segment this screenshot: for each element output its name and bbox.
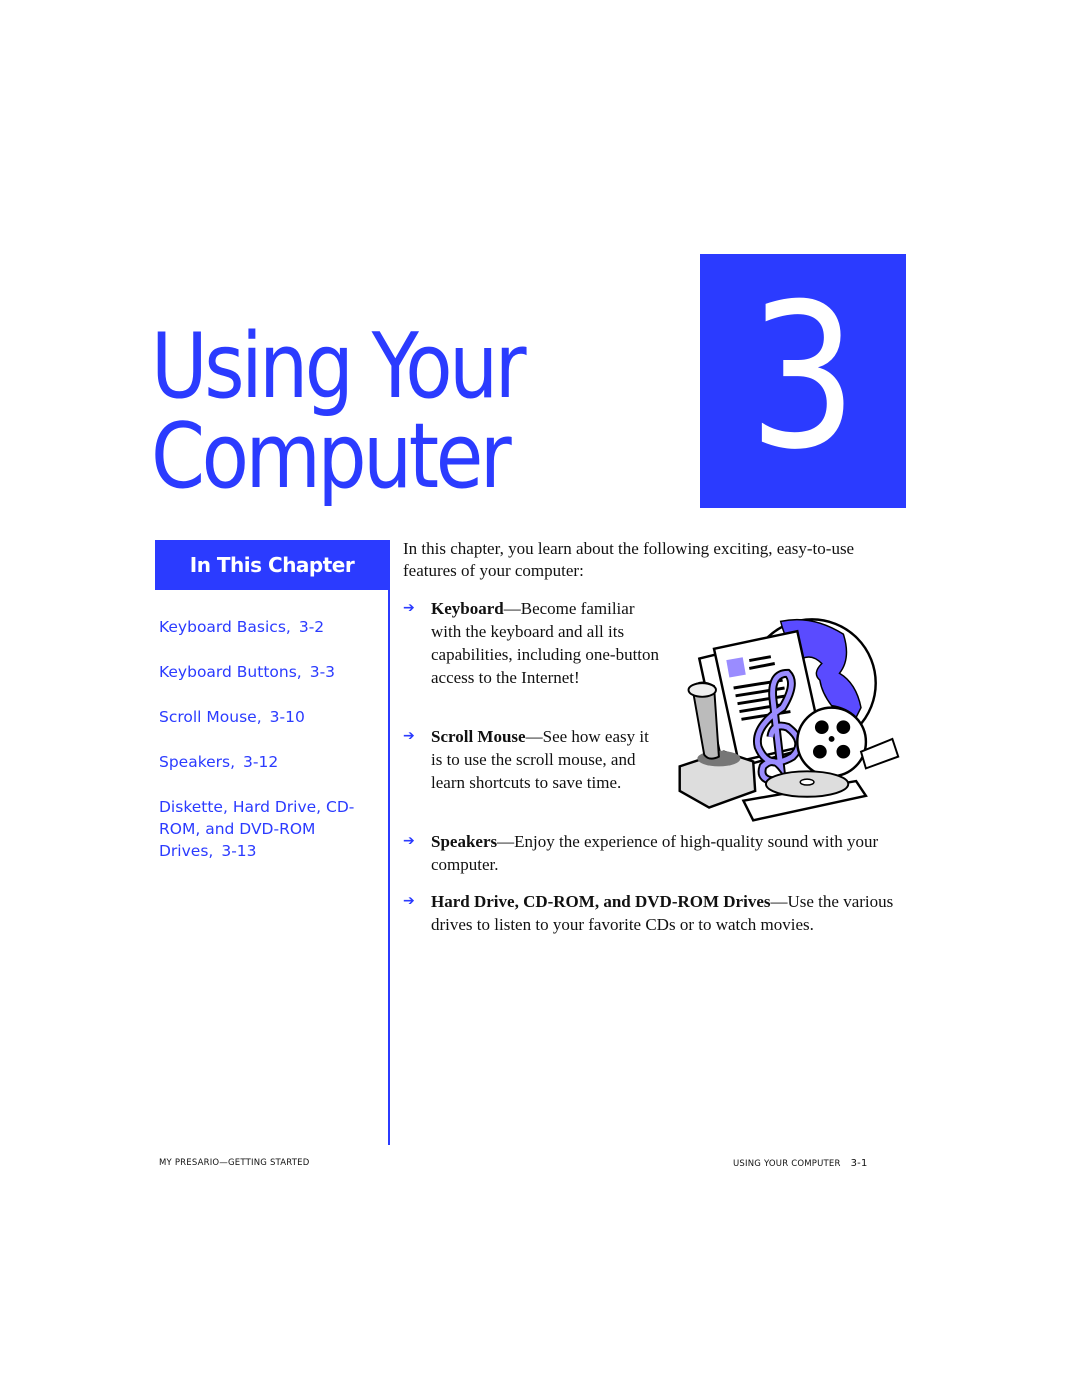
feature-desc: —Enjoy the experience of high-quality so… xyxy=(431,832,879,874)
footer-book-title: My Presario—Getting Started xyxy=(159,1158,310,1168)
multimedia-clipart xyxy=(678,618,900,822)
toc-item-label: Speakers, xyxy=(159,753,236,771)
page-number: 3-1 xyxy=(850,1158,868,1169)
chapter-number-box: 3 xyxy=(700,254,906,508)
right-arrow-icon: ➔ xyxy=(403,728,415,744)
film-reel-icon xyxy=(796,706,900,778)
toc-item-page: 3-13 xyxy=(221,842,257,860)
toc-item[interactable]: Scroll Mouse, 3-10 xyxy=(159,706,384,728)
chapter-contents-list: Keyboard Basics, 3-2 Keyboard Buttons, 3-3… xyxy=(159,616,384,885)
chapter-title-line-1: Using Your xyxy=(151,314,527,419)
feature-term: Speakers xyxy=(431,832,498,851)
toc-item-page: 3-12 xyxy=(243,753,279,771)
toc-item[interactable]: Diskette, Hard Drive, CD-ROM, and DVD-RO… xyxy=(159,796,384,862)
intro-paragraph: In this chapter, you learn about the fol… xyxy=(403,539,855,580)
toc-item-label: Keyboard Buttons, xyxy=(159,663,302,681)
toc-item-page: 3-10 xyxy=(269,708,305,726)
toc-item-label: Keyboard Basics, xyxy=(159,618,291,636)
right-arrow-icon: ➔ xyxy=(403,833,415,849)
toc-item[interactable]: Keyboard Buttons, 3-3 xyxy=(159,661,384,683)
sidebar-divider xyxy=(388,540,390,1145)
chapter-title-line-2: Computer xyxy=(151,404,512,509)
right-arrow-icon: ➔ xyxy=(403,893,415,909)
toc-item-page: 3-3 xyxy=(309,663,336,681)
toc-item[interactable]: Speakers, 3-12 xyxy=(159,751,384,773)
right-arrow-icon: ➔ xyxy=(403,600,415,616)
in-this-chapter-header: In This Chapter xyxy=(155,540,389,590)
chapter-title: Using Your Computer xyxy=(151,314,527,509)
footer-chapter-title: Using Your Computer xyxy=(733,1159,841,1169)
toc-item-label: Diskette, Hard Drive, CD-ROM, and DVD-RO… xyxy=(159,798,355,860)
toc-item-page: 3-2 xyxy=(298,618,325,636)
footer-chapter: Using Your Computer 3-1 xyxy=(733,1158,868,1169)
toc-item[interactable]: Keyboard Basics, 3-2 xyxy=(159,616,384,638)
feature-term: Scroll Mouse xyxy=(431,727,526,746)
feature-term: Hard Drive, CD-ROM, and DVD-ROM Drives xyxy=(431,892,771,911)
chapter-number: 3 xyxy=(748,261,858,494)
feature-term: Keyboard xyxy=(431,599,504,618)
toc-item-label: Scroll Mouse, xyxy=(159,708,262,726)
